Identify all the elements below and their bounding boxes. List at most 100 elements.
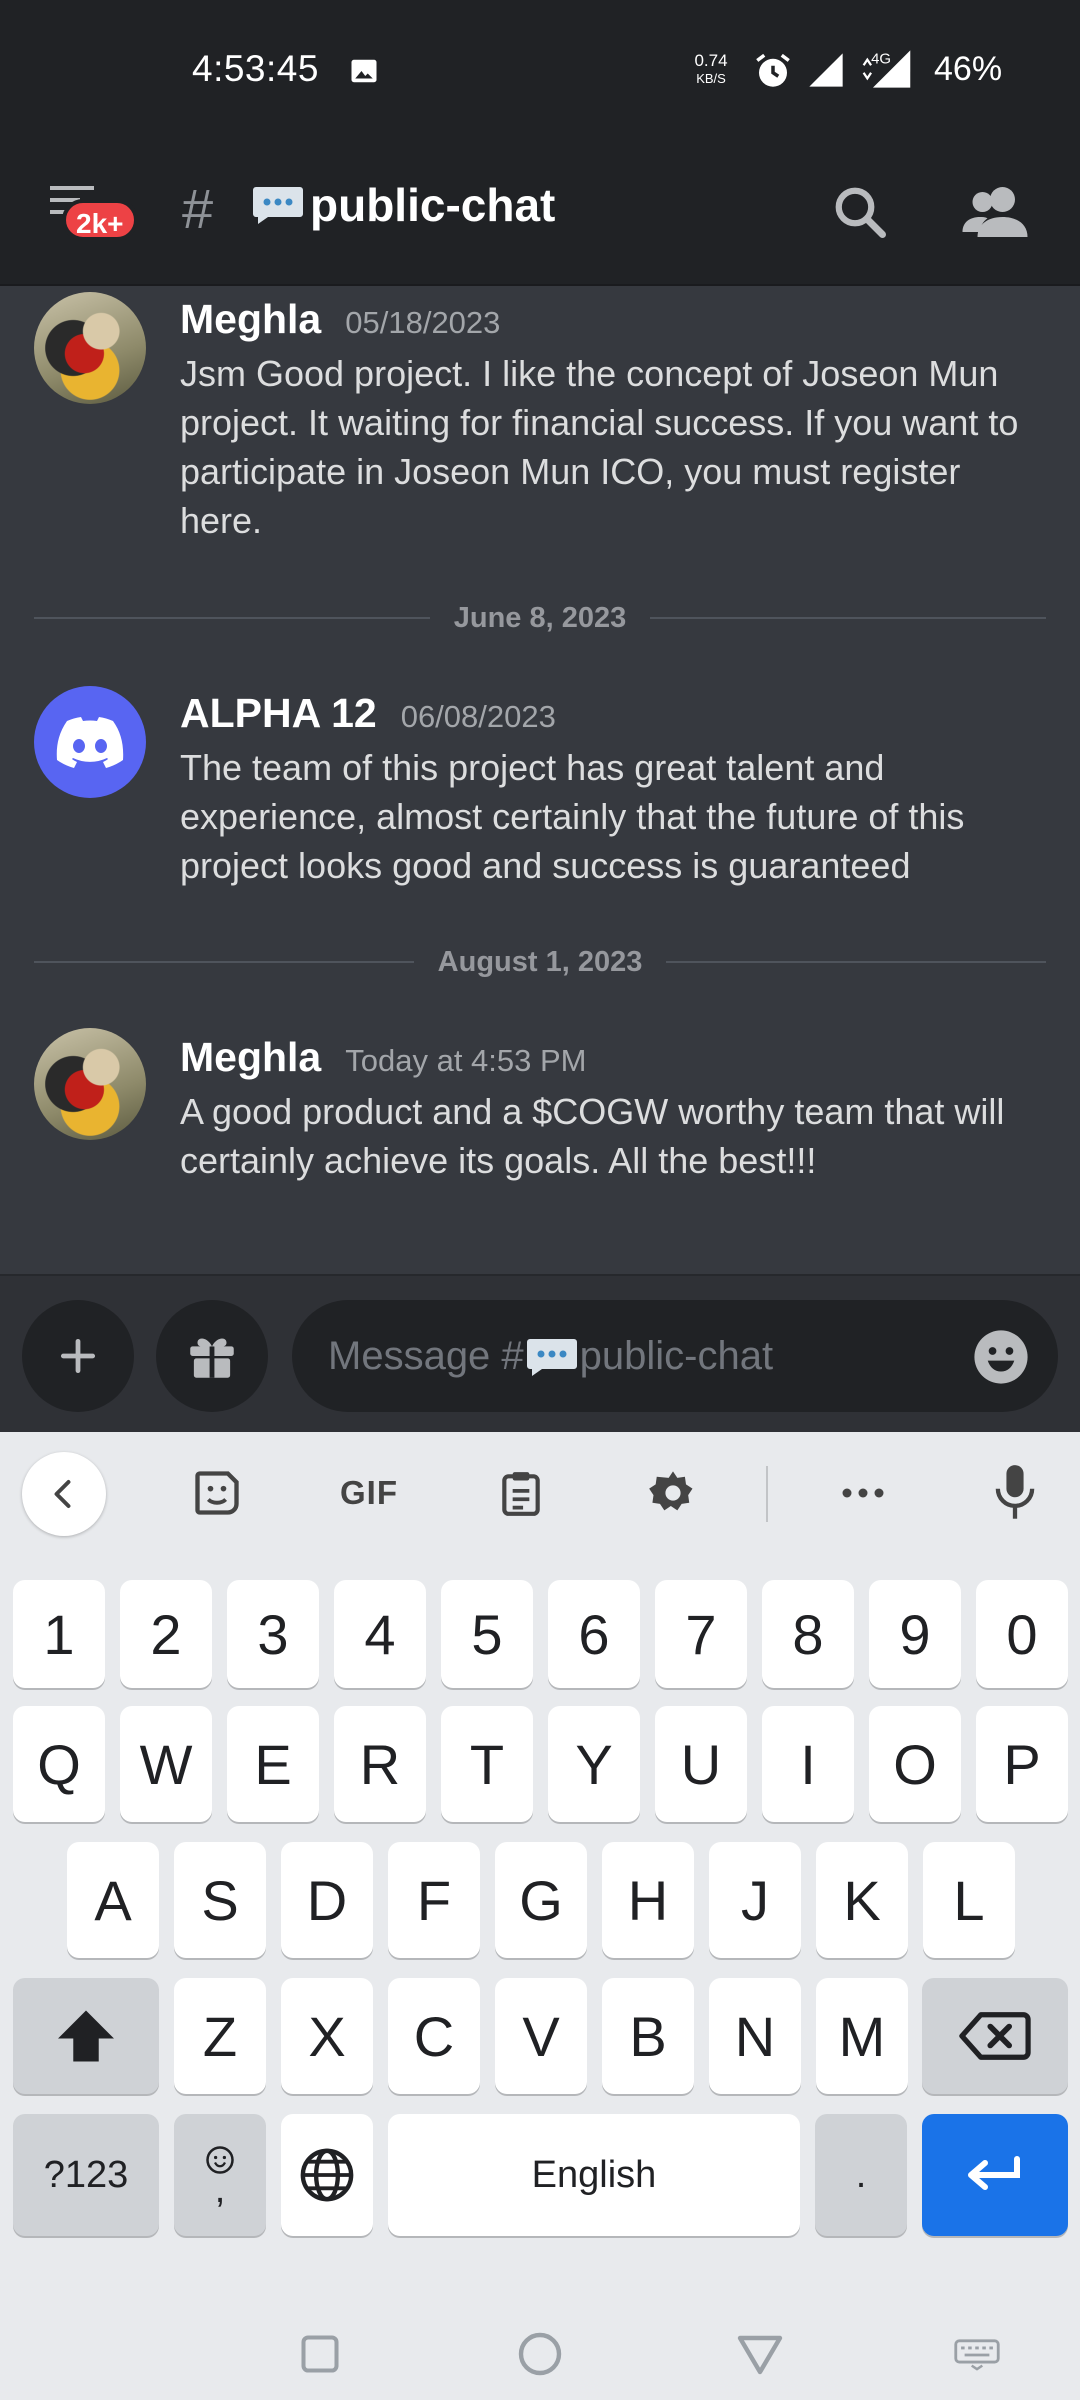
home-icon[interactable] (516, 2330, 564, 2378)
unread-badge: 2k+ (62, 199, 138, 241)
key-n[interactable]: N (709, 1978, 801, 2094)
battery-level: 46% (934, 50, 1003, 88)
on-screen-keyboard: GIF 1 2 3 4 5 6 7 8 9 0 Q W E R T Y U I … (0, 1432, 1080, 2400)
keyboard-back-button[interactable] (22, 1452, 106, 1536)
gift-button[interactable] (156, 1300, 268, 1412)
key-c[interactable]: C (388, 1978, 480, 2094)
avatar[interactable] (34, 686, 146, 798)
sticker-icon (195, 1471, 239, 1515)
backspace-icon (959, 2012, 1031, 2060)
date-divider: August 1, 2023 (34, 942, 1046, 982)
status-time: 4:53:45 (192, 48, 319, 89)
key-p[interactable]: P (976, 1706, 1068, 1822)
message-author[interactable]: ALPHA 12 (180, 690, 377, 737)
key-m[interactable]: M (816, 1978, 908, 2094)
status-bar: 4:53:45 0.74 KB/S 4G 46% (0, 0, 1080, 140)
sticker-button[interactable] (182, 1458, 252, 1528)
key-4[interactable]: 4 (334, 1580, 426, 1688)
key-l[interactable]: L (923, 1842, 1015, 1958)
key-1[interactable]: 1 (13, 1580, 105, 1688)
channel-title: public-chat (252, 178, 555, 232)
message-timestamp: 06/08/2023 (400, 699, 556, 734)
avatar[interactable] (34, 1028, 146, 1140)
key-b[interactable]: B (602, 1978, 694, 2094)
members-icon[interactable] (962, 182, 1028, 242)
clipboard-button[interactable] (486, 1458, 556, 1528)
image-notification-icon (351, 59, 377, 83)
message-list[interactable]: Meghla 05/18/2023 Jsm Good project. I li… (0, 286, 1080, 1274)
network-speed-value: 0.74 (694, 51, 728, 70)
message-input[interactable]: Message # public-chat (292, 1300, 1058, 1412)
enter-icon (968, 2156, 1020, 2190)
backspace-key[interactable] (922, 1978, 1068, 2094)
message-timestamp: 05/18/2023 (345, 305, 501, 340)
date-divider: June 8, 2023 (34, 598, 1046, 638)
key-y[interactable]: Y (548, 1706, 640, 1822)
key-6[interactable]: 6 (548, 1580, 640, 1688)
alarm-icon (756, 53, 790, 87)
placeholder-channel: public-chat (579, 1334, 774, 1378)
key-v[interactable]: V (495, 1978, 587, 2094)
key-r[interactable]: R (334, 1706, 426, 1822)
more-button[interactable] (828, 1458, 898, 1528)
key-w[interactable]: W (120, 1706, 212, 1822)
key-z[interactable]: Z (174, 1978, 266, 2094)
key-a[interactable]: A (67, 1842, 159, 1958)
key-7[interactable]: 7 (655, 1580, 747, 1688)
language-key[interactable] (281, 2114, 373, 2236)
key-u[interactable]: U (655, 1706, 747, 1822)
channel-hash-icon: # (182, 177, 214, 240)
channel-name: public-chat (310, 179, 556, 231)
message-author[interactable]: Meghla (180, 296, 321, 343)
key-k[interactable]: K (816, 1842, 908, 1958)
space-key[interactable]: English (388, 2114, 800, 2236)
recent-apps-icon[interactable] (298, 2332, 342, 2376)
key-i[interactable]: I (762, 1706, 854, 1822)
key-o[interactable]: O (869, 1706, 961, 1822)
key-0[interactable]: 0 (976, 1580, 1068, 1688)
system-navigation-bar (0, 2270, 1080, 2400)
message-text: A good product and a $COGW worthy team t… (180, 1091, 1005, 1181)
date-divider-label: June 8, 2023 (453, 601, 627, 634)
shift-key[interactable] (13, 1978, 159, 2094)
key-q[interactable]: Q (13, 1706, 105, 1822)
speech-bubble-icon (253, 187, 303, 224)
shift-icon (58, 2010, 114, 2062)
key-j[interactable]: J (709, 1842, 801, 1958)
key-8[interactable]: 8 (762, 1580, 854, 1688)
back-icon[interactable] (736, 2332, 784, 2376)
key-h[interactable]: H (602, 1842, 694, 1958)
enter-key[interactable] (922, 2114, 1068, 2236)
gif-button[interactable]: GIF (326, 1458, 412, 1528)
back-chevron-icon (54, 1480, 71, 1508)
signal-icon (809, 53, 843, 87)
key-g[interactable]: G (495, 1842, 587, 1958)
period-key[interactable]: . (815, 2114, 907, 2236)
emoji-icon[interactable] (972, 1328, 1030, 1386)
voice-input-button[interactable] (980, 1458, 1050, 1528)
key-3[interactable]: 3 (227, 1580, 319, 1688)
key-d[interactable]: D (281, 1842, 373, 1958)
message-timestamp: Today at 4:53 PM (345, 1043, 587, 1078)
key-x[interactable]: X (281, 1978, 373, 2094)
search-icon[interactable] (830, 182, 890, 242)
keyboard-settings-button[interactable] (638, 1458, 708, 1528)
attach-button[interactable] (22, 1300, 134, 1412)
key-2[interactable]: 2 (120, 1580, 212, 1688)
network-speed: 0.74 KB/S (684, 52, 738, 88)
avatar[interactable] (34, 292, 146, 404)
key-9[interactable]: 9 (869, 1580, 961, 1688)
key-e[interactable]: E (227, 1706, 319, 1822)
symbols-key[interactable]: ?123 (13, 2114, 159, 2236)
message-composer: Message # public-chat (0, 1274, 1080, 1432)
key-5[interactable]: 5 (441, 1580, 533, 1688)
keyboard-switch-icon[interactable] (954, 2338, 1000, 2372)
comma-emoji-key[interactable]: , (174, 2114, 266, 2236)
key-f[interactable]: F (388, 1842, 480, 1958)
discord-logo-icon (56, 717, 124, 768)
key-s[interactable]: S (174, 1842, 266, 1958)
channel-header: 2k+ # public-chat (0, 140, 1080, 286)
message-author[interactable]: Meghla (180, 1034, 321, 1081)
clipboard-icon (502, 1472, 540, 1516)
key-t[interactable]: T (441, 1706, 533, 1822)
